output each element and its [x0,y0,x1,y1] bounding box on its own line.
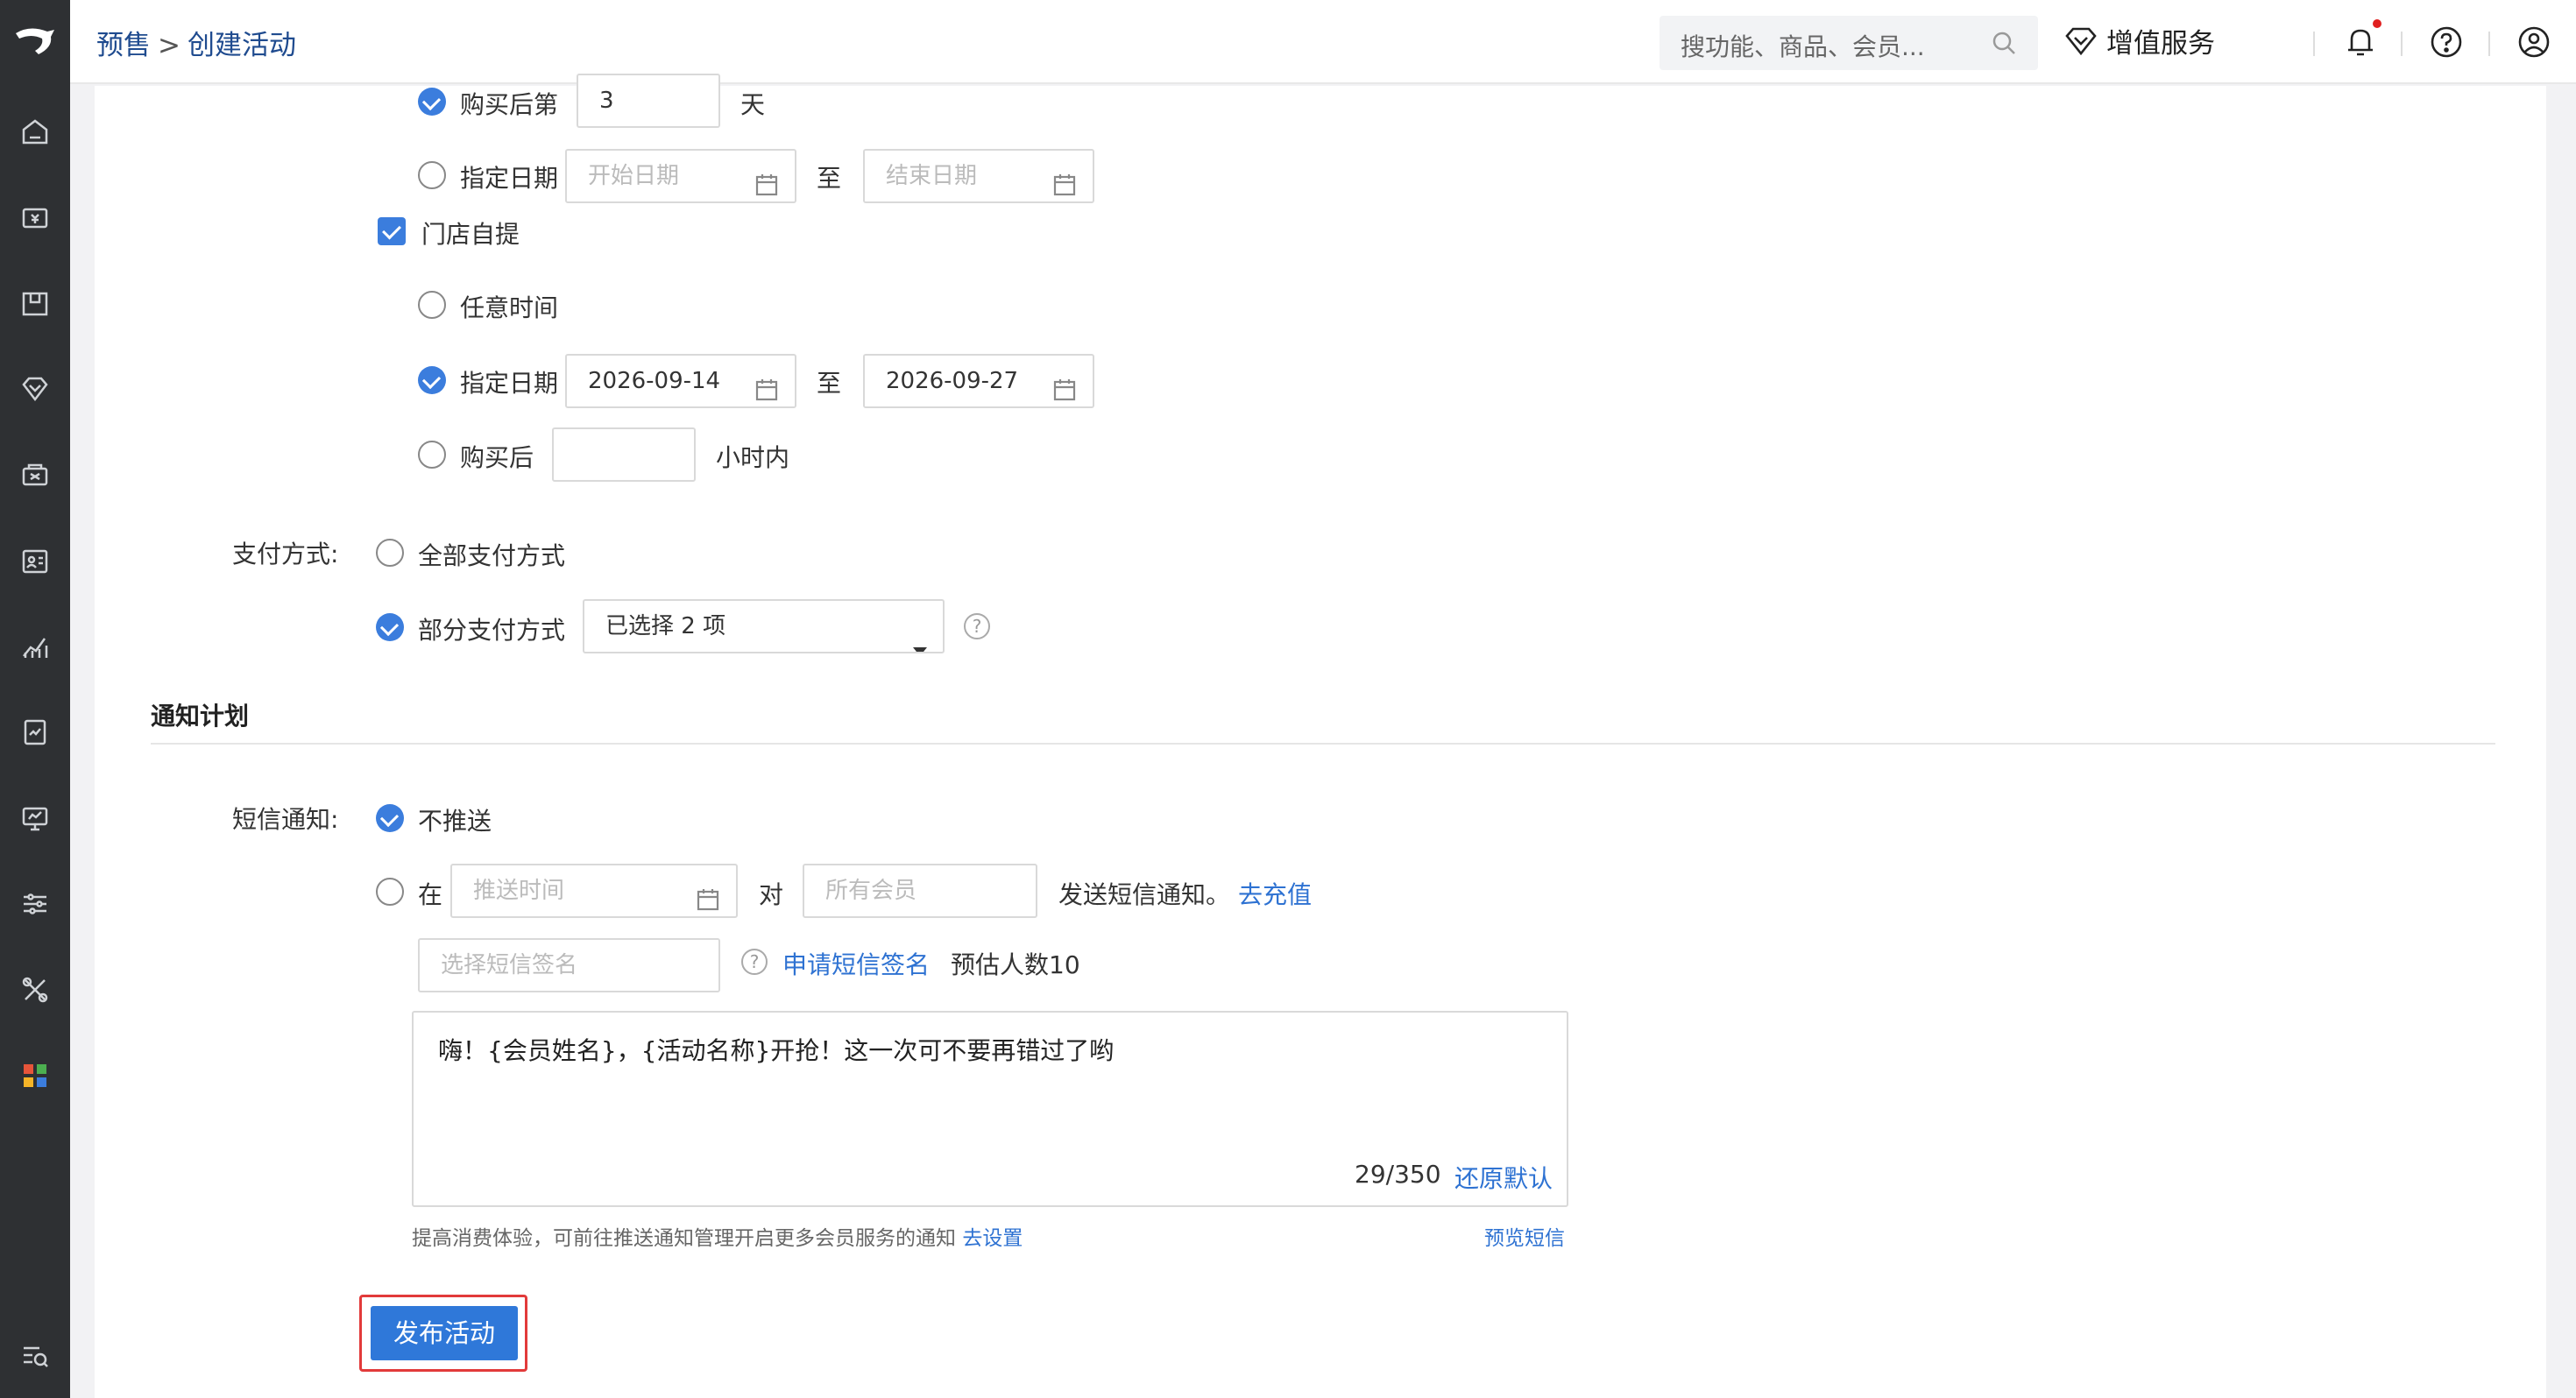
start-date-placeholder: 开始日期 [588,163,680,189]
calendar-icon[interactable] [754,370,779,406]
store-pickup-label: 门店自提 [421,220,520,249]
after-purchase-label: 购买后第 [460,90,559,119]
breadcrumb-current: 创建活动 [187,30,296,61]
payment-all-radio[interactable] [376,539,404,567]
payment-method-label: 支付方式: [232,540,339,568]
apply-signature-link[interactable]: 申请短信签名 [782,946,930,981]
pickup-hours-input[interactable] [552,427,696,482]
publish-highlight: 发布活动 [359,1295,527,1372]
pickup-specify-date-radio[interactable] [418,366,446,394]
pickup-start-date-value: 2026-09-14 [588,368,721,394]
end-date-placeholder: 结束日期 [886,163,978,189]
monitor-icon[interactable] [18,801,53,836]
hours-unit-label: 小时内 [716,443,790,472]
payment-partial-radio[interactable] [376,613,404,641]
push-time-input[interactable]: 推送时间 [450,864,738,918]
value-added-label: 增值服务 [2106,28,2215,60]
tools-icon[interactable] [18,972,53,1007]
chevron-down-icon [913,624,927,652]
calendar-icon[interactable] [754,165,779,201]
pickup-any-time-label: 任意时间 [460,293,559,322]
user-avatar-icon[interactable] [2516,25,2551,60]
delivery-specify-date-label: 指定日期 [460,164,559,193]
payment-help-icon[interactable]: ? [964,613,990,639]
push-time-placeholder: 推送时间 [473,878,565,904]
pickup-after-purchase-radio[interactable] [418,441,446,469]
store-pickup-checkbox[interactable] [378,217,406,245]
sms-message-textarea[interactable]: 嗨！{会员姓名}，{活动名称}开抢！这一次可不要再错过了哟 29/350 还原默… [412,1011,1568,1207]
marketing-icon[interactable] [18,457,53,492]
pickup-start-date-input[interactable]: 2026-09-14 [565,354,796,408]
pickup-end-date-input[interactable]: 2026-09-27 [863,354,1094,408]
sms-to-label: 对 [759,880,784,909]
bell-icon[interactable] [2343,25,2378,60]
sms-at-label: 在 [418,880,443,909]
diamond-icon [2065,27,2097,55]
notify-section-title: 通知计划 [151,702,250,731]
finance-icon[interactable] [18,715,53,750]
calendar-icon[interactable] [1052,165,1077,201]
value-added-services-button[interactable]: 增值服务 [2064,21,2215,60]
topbar-divider [2313,32,2315,56]
staff-icon[interactable] [18,543,53,578]
search-icon[interactable] [1991,30,2017,60]
payment-partial-label: 部分支付方式 [418,616,566,645]
recharge-link[interactable]: 去充值 [1238,876,1312,911]
menu-search-icon[interactable] [18,1338,53,1373]
notification-dot [2373,19,2381,28]
notify-tip-text: 提高消费体验，可前往推送通知管理开启更多会员服务的通知 [412,1227,956,1250]
member-icon[interactable] [18,371,53,406]
days-unit-label: 天 [740,90,766,119]
sms-notify-label: 短信通知: [232,805,339,834]
delivery-specify-date-radio[interactable] [418,161,446,189]
calendar-icon[interactable] [696,879,720,916]
sms-no-push-label: 不推送 [418,807,492,836]
breadcrumb-separator: > [158,30,180,61]
search-input[interactable]: 搜功能、商品、会员... [1660,16,2038,70]
search-placeholder: 搜功能、商品、会员... [1681,32,1925,61]
sms-signature-input[interactable]: 选择短信签名 [418,938,720,992]
cashier-icon[interactable] [18,200,53,235]
estimate-count-text: 预估人数10 [951,950,1080,979]
delivery-end-date-input[interactable]: 结束日期 [863,149,1094,203]
apps-grid-icon[interactable] [18,1058,53,1093]
topbar-divider [2488,32,2490,56]
send-sms-text: 发送短信通知。 [1058,880,1231,909]
home-icon[interactable] [18,114,53,149]
breadcrumb: 预售 > 创建活动 [96,23,296,62]
char-count: 29/350 [1355,1160,1441,1189]
sidebar [0,0,70,1398]
payment-methods-select[interactable]: 已选择 2 项 [583,599,945,653]
breadcrumb-parent[interactable]: 预售 [96,30,151,61]
notify-tip: 提高消费体验，可前往推送通知管理开启更多会员服务的通知 去设置 [412,1221,1023,1251]
pickup-any-time-radio[interactable] [418,291,446,319]
pickup-to-label: 至 [817,369,842,398]
payment-selected-value: 已选择 2 项 [605,613,726,639]
restore-default-link[interactable]: 还原默认 [1454,1160,1553,1195]
after-purchase-days-input[interactable]: 3 [577,74,720,128]
delivery-start-date-input[interactable]: 开始日期 [565,149,796,203]
analytics-icon[interactable] [18,629,53,664]
go-settings-link[interactable]: 去设置 [962,1227,1023,1250]
section-divider [151,743,2495,745]
settings-sliders-icon[interactable] [18,886,53,921]
pickup-specify-date-label: 指定日期 [460,369,559,398]
product-icon[interactable] [18,286,53,321]
brand-logo-icon[interactable] [0,0,70,84]
calendar-icon[interactable] [1052,370,1077,406]
delivery-to-label: 至 [817,164,842,193]
payment-all-label: 全部支付方式 [418,541,566,570]
after-purchase-days-radio[interactable] [418,88,446,116]
members-input[interactable]: 所有会员 [803,864,1037,918]
pickup-end-date-value: 2026-09-27 [886,368,1019,394]
topbar-divider [2401,32,2403,56]
sms-message-text: 嗨！{会员姓名}，{活动名称}开抢！这一次可不要再错过了哟 [438,1036,1115,1065]
pickup-after-purchase-label: 购买后 [460,443,534,472]
signature-help-icon[interactable]: ? [741,949,768,975]
sms-no-push-radio[interactable] [376,804,404,832]
preview-sms-link[interactable]: 预览短信 [1484,1221,1565,1251]
sms-push-at-radio[interactable] [376,878,404,906]
help-icon[interactable] [2429,25,2464,60]
publish-button[interactable]: 发布活动 [371,1306,518,1360]
